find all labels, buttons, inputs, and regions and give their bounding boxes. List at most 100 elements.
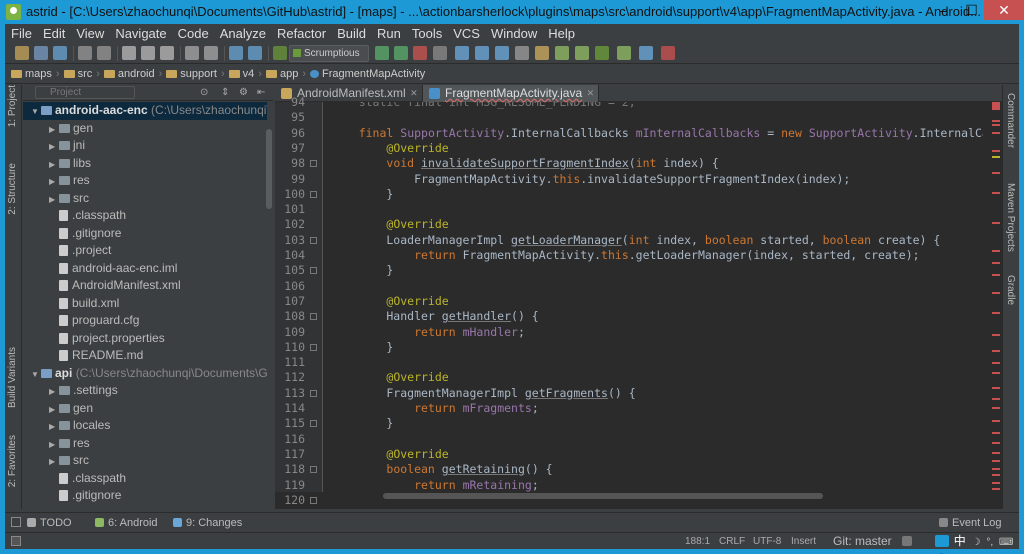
fold-marker-icon[interactable] <box>310 343 317 351</box>
tree-scrollbar[interactable] <box>266 129 272 209</box>
collapsed-arrow-icon[interactable]: ▶ <box>49 418 59 436</box>
error-marker[interactable] <box>992 172 1000 174</box>
scroll-thumb[interactable] <box>383 493 823 499</box>
plugin-icon[interactable] <box>661 46 675 60</box>
tree-item[interactable]: ▶ res <box>23 172 267 190</box>
right-tab-commander[interactable]: Commander <box>1005 93 1016 148</box>
menu-tools[interactable]: Tools <box>412 26 442 41</box>
avd-manager-icon[interactable] <box>575 46 589 60</box>
fold-marker-icon[interactable] <box>310 420 317 428</box>
error-marker[interactable] <box>992 124 1000 126</box>
tree-item[interactable]: ▶ res <box>23 435 267 453</box>
collapsed-arrow-icon[interactable]: ▶ <box>49 401 59 419</box>
inspection-status-icon[interactable] <box>992 102 1000 110</box>
bottom-tab-todo[interactable]: TODO <box>27 513 72 533</box>
error-marker[interactable] <box>992 334 1000 336</box>
close-button[interactable]: ✕ <box>984 0 1024 20</box>
tree-item[interactable]: .gitignore <box>23 487 267 505</box>
toggle-tool-windows-icon[interactable] <box>11 517 21 527</box>
error-marker[interactable] <box>992 372 1000 374</box>
punctuation-icon[interactable]: °, <box>986 537 993 548</box>
undo-icon[interactable] <box>78 46 92 60</box>
error-marker[interactable] <box>992 150 1000 152</box>
breadcrumb-item[interactable]: maps › <box>11 65 60 84</box>
menu-run[interactable]: Run <box>377 26 401 41</box>
error-marker[interactable] <box>992 156 1000 158</box>
tree-item[interactable]: ▼ api (C:\Users\zhaochunqi\Documents\G <box>23 365 267 383</box>
menu-navigate[interactable]: Navigate <box>115 26 166 41</box>
bottom-tab-6-android[interactable]: 6: Android <box>95 513 158 533</box>
hide-panel-icon[interactable]: ⇤ <box>257 87 265 98</box>
error-marker[interactable] <box>992 250 1000 252</box>
breadcrumb-item[interactable]: FragmentMapActivity <box>310 65 425 84</box>
tree-item[interactable]: ▼ android-aac-enc (C:\Users\zhaochunqi\ <box>23 102 267 120</box>
replace-icon[interactable] <box>204 46 218 60</box>
stop-icon[interactable] <box>413 46 427 60</box>
fold-marker-icon[interactable] <box>310 267 317 275</box>
menu-file[interactable]: File <box>11 26 32 41</box>
left-tab-build-variants[interactable]: Build Variants <box>7 347 18 408</box>
tree-item[interactable]: .project <box>23 242 267 260</box>
breadcrumb-item[interactable]: src › <box>63 65 100 84</box>
ime-switch-icon[interactable] <box>935 535 949 547</box>
tree-item[interactable]: ▶ locales <box>23 417 267 435</box>
error-marker[interactable] <box>992 274 1000 276</box>
tree-item[interactable]: .gitignore <box>23 225 267 243</box>
error-marker[interactable] <box>992 407 1000 409</box>
file-encoding[interactable]: UTF-8 <box>753 533 781 550</box>
tree-item[interactable]: AndroidManifest.xml <box>23 277 267 295</box>
run-configuration-select[interactable]: Scrumptious <box>289 45 369 62</box>
error-stripe[interactable] <box>990 102 1002 492</box>
minimize-button[interactable]: – <box>929 0 958 20</box>
project-structure-icon[interactable] <box>535 46 549 60</box>
fold-marker-icon[interactable] <box>310 313 317 321</box>
editor-tab[interactable]: FragmentMapActivity.java ✕ <box>423 85 600 102</box>
menu-vcs[interactable]: VCS <box>453 26 480 41</box>
vcs-branch[interactable]: Git: master <box>833 533 892 550</box>
breadcrumb-item[interactable]: support › <box>166 65 225 84</box>
fold-marker-icon[interactable] <box>310 389 317 397</box>
left-tab-2-favorites[interactable]: 2: Favorites <box>7 435 18 487</box>
collapsed-arrow-icon[interactable]: ▶ <box>49 156 59 174</box>
project-view-selector[interactable]: Project <box>35 86 135 99</box>
error-marker[interactable] <box>992 222 1000 224</box>
android-device-icon[interactable] <box>617 46 631 60</box>
right-tab-gradle[interactable]: Gradle <box>1005 275 1016 305</box>
breadcrumb-item[interactable]: app › <box>265 65 306 84</box>
horizontal-scrollbar[interactable] <box>323 492 990 500</box>
collapsed-arrow-icon[interactable]: ▶ <box>49 138 59 156</box>
expanded-arrow-icon[interactable]: ▼ <box>31 103 41 121</box>
status-toggle-icon[interactable] <box>11 536 21 546</box>
menu-edit[interactable]: Edit <box>43 26 65 41</box>
tree-item[interactable]: ▶ gen <box>23 120 267 138</box>
vcs-update-icon[interactable] <box>455 46 469 60</box>
close-tab-icon[interactable]: ✕ <box>410 85 418 102</box>
copy-icon[interactable] <box>141 46 155 60</box>
ime-language[interactable]: 中 <box>954 534 966 548</box>
error-marker[interactable] <box>992 442 1000 444</box>
right-tab-maven-projects[interactable]: Maven Projects <box>1005 183 1016 252</box>
collapsed-arrow-icon[interactable]: ▶ <box>49 436 59 454</box>
collapsed-arrow-icon[interactable]: ▶ <box>49 173 59 191</box>
tree-item[interactable]: ▶ src <box>23 452 267 470</box>
line-separator[interactable]: CRLF <box>719 533 745 550</box>
error-marker[interactable] <box>992 312 1000 314</box>
help-icon[interactable] <box>639 46 653 60</box>
bottom-tab-event-log[interactable]: Event Log <box>939 513 1002 533</box>
menu-refactor[interactable]: Refactor <box>277 26 326 41</box>
keyboard-icon[interactable]: ⌨ <box>999 537 1013 548</box>
collapsed-arrow-icon[interactable]: ▶ <box>49 121 59 139</box>
error-marker[interactable] <box>992 192 1000 194</box>
breadcrumb-item[interactable]: v4 › <box>228 65 262 84</box>
forward-icon[interactable] <box>248 46 262 60</box>
menu-analyze[interactable]: Analyze <box>220 26 266 41</box>
fold-marker-icon[interactable] <box>310 496 317 504</box>
open-folder-icon[interactable] <box>15 46 29 60</box>
code-area[interactable]: static final int MSG_RESUME_PENDING = 2;… <box>331 102 983 492</box>
error-marker[interactable] <box>992 132 1000 134</box>
save-icon[interactable] <box>34 46 48 60</box>
sdk-manager-icon[interactable] <box>555 46 569 60</box>
expanded-arrow-icon[interactable]: ▼ <box>31 366 41 384</box>
error-marker[interactable] <box>992 420 1000 422</box>
error-marker[interactable] <box>992 474 1000 476</box>
